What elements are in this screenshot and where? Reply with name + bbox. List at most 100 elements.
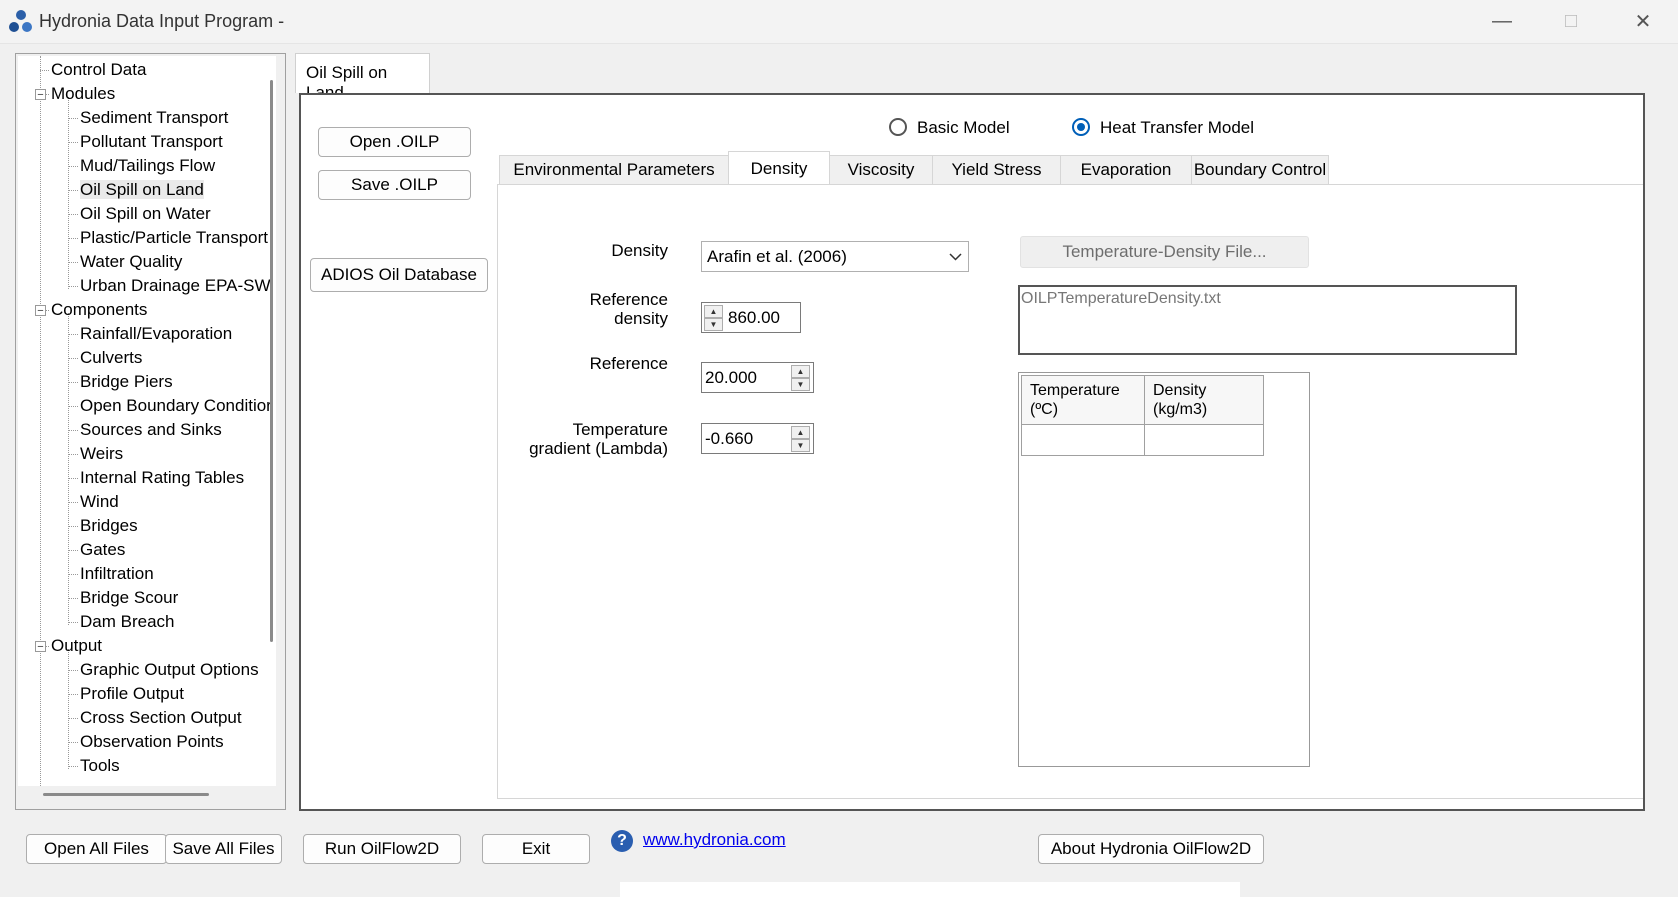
- reference-density-value: 860.00: [728, 308, 780, 327]
- tree-connector: [68, 382, 78, 383]
- tree-item[interactable]: Weirs: [80, 443, 123, 465]
- tree-item[interactable]: Observation Points: [80, 731, 224, 753]
- tree-item-label: Weirs: [80, 444, 124, 463]
- tree-connector: [68, 286, 78, 287]
- tree-item[interactable]: Cross Section Output: [80, 707, 242, 729]
- grid-header-density[interactable]: Density (kg/m3): [1144, 375, 1264, 425]
- run-oilflow2d-button[interactable]: Run OilFlow2D: [303, 834, 461, 864]
- close-button[interactable]: ✕: [1610, 0, 1676, 43]
- tree-item[interactable]: Plastic/Particle Transport: [80, 227, 268, 249]
- reference-density-stepper[interactable]: ▲ ▼ 860.00: [701, 302, 801, 333]
- stepper-down-icon[interactable]: ▼: [704, 318, 723, 331]
- tree-item[interactable]: Profile Output: [80, 683, 184, 705]
- grid-header-temperature[interactable]: Temperature (ºC): [1021, 375, 1145, 425]
- tree-item-label: Oil Spill on Water: [80, 204, 211, 223]
- tree-item[interactable]: Control Data: [51, 59, 146, 81]
- tree-item[interactable]: Sources and Sinks: [80, 419, 222, 441]
- exit-button[interactable]: Exit: [482, 834, 590, 864]
- title-bar: Hydronia Data Input Program - — □ ✕: [0, 0, 1678, 44]
- tree-item[interactable]: Rainfall/Evaporation: [80, 323, 232, 345]
- reference-label: Reference: [589, 354, 668, 373]
- stepper-down-icon[interactable]: ▼: [791, 439, 810, 452]
- tree-item[interactable]: Bridge Piers: [80, 371, 173, 393]
- tree-item-label: Infiltration: [80, 564, 154, 583]
- tree-item[interactable]: Infiltration: [80, 563, 154, 585]
- maximize-button[interactable]: □: [1538, 0, 1604, 43]
- tree-item[interactable]: Bridge Scour: [80, 587, 178, 609]
- tree-item[interactable]: Wind: [80, 491, 119, 513]
- stepper-down-icon[interactable]: ▼: [791, 378, 810, 391]
- window-title: Hydronia Data Input Program -: [39, 11, 285, 31]
- reference-density-label-line2: density: [614, 309, 668, 328]
- tab-viscosity[interactable]: Viscosity: [829, 155, 933, 185]
- basic-model-radio[interactable]: [889, 118, 907, 136]
- tree-item[interactable]: Internal Rating Tables: [80, 467, 244, 489]
- density-method-select[interactable]: Arafin et al. (2006): [701, 241, 969, 272]
- temperature-gradient-stepper[interactable]: -0.660 ▲ ▼: [701, 423, 814, 454]
- tree-horizontal-scrollbar[interactable]: [43, 793, 209, 796]
- grid-header-temperature-line1: Temperature: [1030, 382, 1120, 399]
- tree-item-label: Sediment Transport: [80, 108, 229, 127]
- save-all-files-button[interactable]: Save All Files: [165, 834, 282, 864]
- tab-environmental-parameters[interactable]: Environmental Parameters: [499, 155, 729, 185]
- hydronia-website-link[interactable]: www.hydronia.com: [643, 830, 786, 850]
- tree-connector: [68, 478, 78, 479]
- tree-connector: [68, 694, 78, 695]
- tree-item[interactable]: Culverts: [80, 347, 142, 369]
- stepper-up-icon[interactable]: ▲: [791, 365, 810, 378]
- open-oilp-button[interactable]: Open .OILP: [318, 127, 471, 157]
- tab-boundary-control[interactable]: Boundary Control: [1191, 155, 1329, 185]
- tree-item[interactable]: Pollutant Transport: [80, 131, 223, 153]
- reference-density-label-line1: Reference: [589, 290, 668, 309]
- tree-item[interactable]: Graphic Output Options: [80, 659, 259, 681]
- grid-cell-density[interactable]: [1144, 424, 1264, 456]
- about-hydronia-button[interactable]: About Hydronia OilFlow2D: [1038, 834, 1264, 864]
- tree-connector: [68, 502, 78, 503]
- tree-item[interactable]: Sediment Transport: [80, 107, 228, 129]
- tab-oil-spill-on-land[interactable]: Oil Spill on Land: [295, 53, 430, 102]
- collapse-icon[interactable]: −: [35, 641, 46, 653]
- tree-connector: [68, 622, 78, 623]
- tree-connector: [68, 214, 78, 215]
- temperature-density-grid[interactable]: Temperature (ºC) Density (kg/m3): [1018, 372, 1310, 767]
- tree-connector: [68, 598, 78, 599]
- tree-item[interactable]: Urban Drainage EPA-SW: [80, 275, 271, 297]
- reference-temperature-stepper[interactable]: 20.000 ▲ ▼: [701, 362, 814, 393]
- tree-item[interactable]: Gates: [80, 539, 125, 561]
- tab-density[interactable]: Density: [728, 151, 830, 186]
- temperature-density-file-button[interactable]: Temperature-Density File...: [1020, 236, 1309, 268]
- tree-item[interactable]: Bridges: [80, 515, 138, 537]
- tree-item-label: Rainfall/Evaporation: [80, 324, 233, 343]
- tree-item-label: Water Quality: [80, 252, 183, 271]
- stepper-up-icon[interactable]: ▲: [791, 426, 810, 439]
- tree-item[interactable]: Oil Spill on Land: [80, 179, 204, 201]
- minimize-button[interactable]: —: [1469, 0, 1535, 43]
- heat-transfer-model-radio[interactable]: [1072, 118, 1090, 136]
- tree-item-label: Tools: [80, 756, 120, 775]
- collapse-icon[interactable]: −: [35, 305, 46, 317]
- adios-oil-database-button[interactable]: ADIOS Oil Database: [310, 258, 488, 292]
- tab-evaporation[interactable]: Evaporation: [1060, 155, 1192, 185]
- tree-item[interactable]: Mud/Tailings Flow: [80, 155, 215, 177]
- temperature-density-file-field[interactable]: OILPTemperatureDensity.txt: [1018, 285, 1517, 355]
- grid-cell-temperature[interactable]: [1021, 424, 1145, 456]
- tree-item[interactable]: Open Boundary Conditior: [80, 395, 272, 417]
- tab-yield-stress[interactable]: Yield Stress: [932, 155, 1061, 185]
- tree-vertical-scrollbar[interactable]: [270, 80, 273, 642]
- save-oilp-button[interactable]: Save .OILP: [318, 170, 471, 200]
- tree-item[interactable]: Tools: [80, 755, 120, 777]
- question-circle-icon[interactable]: ?: [611, 830, 633, 852]
- app-window: Hydronia Data Input Program - — □ ✕ Cont…: [0, 0, 1678, 897]
- collapse-icon[interactable]: −: [35, 89, 46, 101]
- tree-item[interactable]: Components: [51, 299, 147, 321]
- tree-item[interactable]: Output: [51, 635, 102, 657]
- tree-item-label: Graphic Output Options: [80, 660, 259, 679]
- tree-item[interactable]: Dam Breach: [80, 611, 174, 633]
- tree-item[interactable]: Water Quality: [80, 251, 182, 273]
- reference-density-label: Reference density: [540, 290, 668, 328]
- open-all-files-button[interactable]: Open All Files: [26, 834, 167, 864]
- tree-item[interactable]: Modules: [51, 83, 115, 105]
- tree-item[interactable]: Oil Spill on Water: [80, 203, 211, 225]
- tree-item-label: Components: [51, 300, 148, 319]
- stepper-up-icon[interactable]: ▲: [704, 305, 723, 318]
